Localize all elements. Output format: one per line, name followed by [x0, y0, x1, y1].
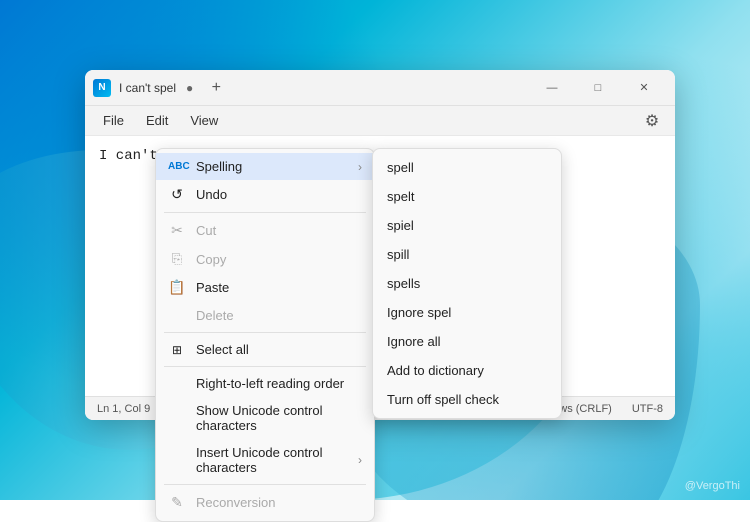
paste-icon: 📋: [168, 279, 186, 296]
spell-suggestion-spell[interactable]: spell: [373, 153, 561, 182]
ctx-cut-label: Cut: [196, 223, 362, 238]
separator-4: [164, 484, 366, 485]
ctx-copy: ⎘ Copy: [156, 245, 374, 273]
ctx-show-unicode[interactable]: Show Unicode control characters: [156, 397, 374, 439]
copy-icon: ⎘: [168, 251, 186, 267]
undo-icon: ↺: [168, 186, 186, 203]
ctx-reconversion: ✎ Reconversion: [156, 488, 374, 517]
ctx-insert-unicode-label: Insert Unicode control characters: [196, 445, 348, 475]
separator-1: [164, 212, 366, 213]
ctx-delete: Delete: [156, 302, 374, 329]
spell-ignore-all[interactable]: Ignore all: [373, 327, 561, 356]
ctx-cut: ✂ Cut: [156, 216, 374, 245]
ctx-rtl-label: Right-to-left reading order: [196, 376, 362, 391]
watermark: @VergoThi: [685, 480, 740, 492]
ctx-rtl[interactable]: Right-to-left reading order: [156, 370, 374, 397]
spell-suggestion-spelt[interactable]: spelt: [373, 182, 561, 211]
maximize-button[interactable]: □: [575, 70, 621, 106]
separator-3: [164, 366, 366, 367]
menu-bar: File Edit View ⚙: [85, 106, 675, 136]
title-bar-left: N I can't spel ● +: [93, 77, 529, 99]
ctx-insert-unicode[interactable]: Insert Unicode control characters ›: [156, 439, 374, 481]
spell-add-dictionary[interactable]: Add to dictionary: [373, 356, 561, 385]
ctx-copy-label: Copy: [196, 252, 362, 267]
select-all-icon: ⊞: [168, 343, 186, 357]
ctx-select-all[interactable]: ⊞ Select all: [156, 336, 374, 363]
window-controls: — □ ✕: [529, 70, 667, 106]
ctx-show-unicode-label: Show Unicode control characters: [196, 403, 362, 433]
ctx-spelling-label: Spelling: [196, 159, 348, 174]
ctx-spelling[interactable]: ABC Spelling ›: [156, 153, 374, 180]
minimize-button[interactable]: —: [529, 70, 575, 106]
cursor-position: Ln 1, Col 9: [97, 403, 150, 415]
context-menu: ABC Spelling › ↺ Undo ✂ Cut ⎘ Copy 📋 Pas…: [155, 148, 375, 522]
spell-turn-off[interactable]: Turn off spell check: [373, 385, 561, 414]
app-icon: N: [93, 79, 111, 97]
menu-file[interactable]: File: [93, 109, 134, 132]
insert-unicode-arrow: ›: [358, 453, 362, 467]
reconversion-icon: ✎: [168, 494, 186, 511]
spelling-arrow: ›: [358, 160, 362, 174]
modified-dot: ●: [186, 81, 193, 95]
ctx-undo-label: Undo: [196, 187, 362, 202]
menu-view[interactable]: View: [180, 109, 228, 132]
ctx-select-all-label: Select all: [196, 342, 362, 357]
encoding: UTF-8: [632, 403, 663, 415]
spelling-submenu: spell spelt spiel spill spells Ignore sp…: [372, 148, 562, 419]
spell-suggestion-spells[interactable]: spells: [373, 269, 561, 298]
menu-edit[interactable]: Edit: [136, 109, 178, 132]
cut-icon: ✂: [168, 222, 186, 239]
title-bar: N I can't spel ● + — □ ✕: [85, 70, 675, 106]
ctx-paste-label: Paste: [196, 280, 362, 295]
ctx-undo[interactable]: ↺ Undo: [156, 180, 374, 209]
window-title: I can't spel: [119, 81, 176, 95]
close-button[interactable]: ✕: [621, 70, 667, 106]
add-tab-button[interactable]: +: [205, 77, 227, 99]
ctx-reconversion-label: Reconversion: [196, 495, 362, 510]
spelling-icon: ABC: [168, 161, 186, 172]
settings-icon[interactable]: ⚙: [637, 106, 667, 136]
spell-suggestion-spill[interactable]: spill: [373, 240, 561, 269]
separator-2: [164, 332, 366, 333]
ctx-delete-label: Delete: [196, 308, 362, 323]
spell-suggestion-spiel[interactable]: spiel: [373, 211, 561, 240]
spell-ignore-spel[interactable]: Ignore spel: [373, 298, 561, 327]
ctx-paste[interactable]: 📋 Paste: [156, 273, 374, 302]
